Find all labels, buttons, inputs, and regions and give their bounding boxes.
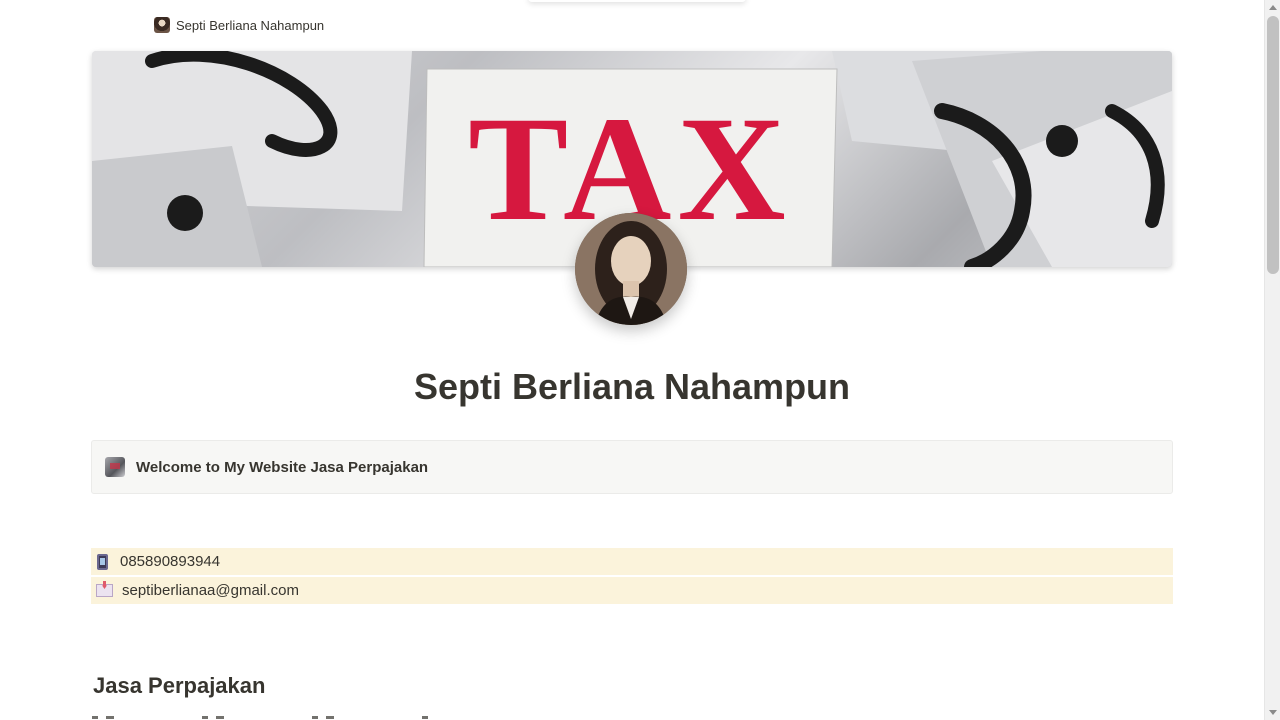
vertical-scrollbar[interactable] xyxy=(1264,0,1280,720)
cut-off-text xyxy=(92,712,452,720)
scroll-down-arrow-icon[interactable] xyxy=(1269,710,1277,715)
breadcrumb[interactable]: Septi Berliana Nahampun xyxy=(154,17,324,33)
welcome-callout: Welcome to My Website Jasa Perpajakan xyxy=(91,440,1173,494)
top-bar: Septi Berliana Nahampun xyxy=(0,0,1264,52)
profile-portrait xyxy=(575,213,687,325)
email-address: septiberlianaa@gmail.com xyxy=(122,582,299,599)
page-avatar-icon xyxy=(154,17,170,33)
contact-email-row: septiberlianaa@gmail.com xyxy=(91,577,1173,604)
scroll-thumb[interactable] xyxy=(1267,16,1279,274)
section-heading: Jasa Perpajakan xyxy=(93,673,266,698)
scroll-up-arrow-icon[interactable] xyxy=(1269,5,1277,10)
contact-phone-row: 085890893944 xyxy=(91,548,1173,575)
top-shadow-tab xyxy=(528,0,746,2)
tax-image-icon xyxy=(105,457,125,477)
profile-photo xyxy=(575,213,687,325)
phone-number: 085890893944 xyxy=(120,553,221,570)
mobile-phone-icon xyxy=(97,553,108,570)
page-title: Septi Berliana Nahampun xyxy=(413,366,851,407)
incoming-envelope-icon xyxy=(96,584,113,597)
callout-text: Welcome to My Website Jasa Perpajakan xyxy=(136,458,429,476)
breadcrumb-page-title[interactable]: Septi Berliana Nahampun xyxy=(176,18,324,33)
